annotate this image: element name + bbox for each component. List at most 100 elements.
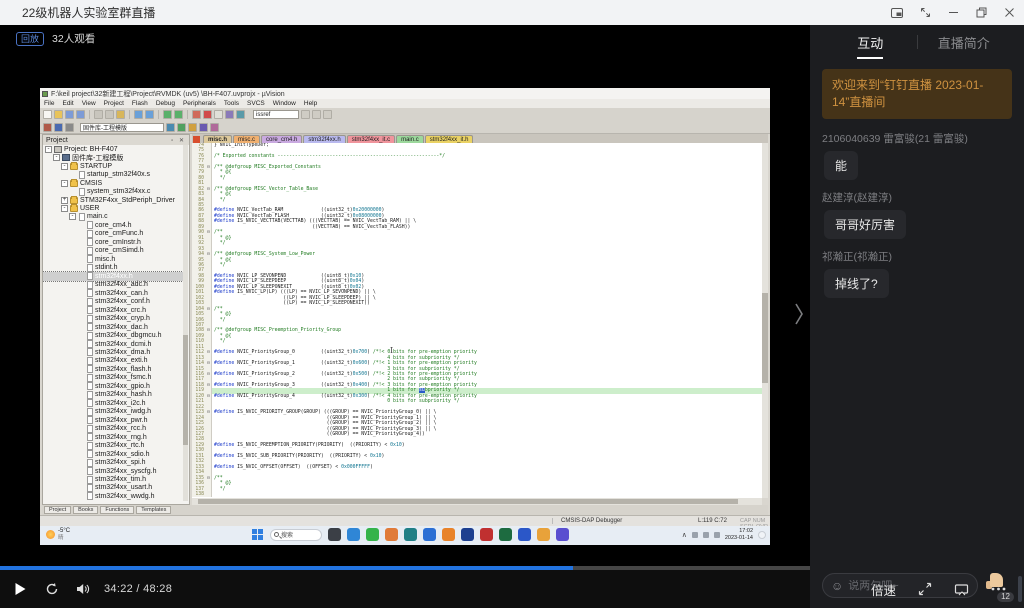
tree-item[interactable]: stm32f4xx.h bbox=[43, 270, 183, 282]
project-tree-scrollbar[interactable] bbox=[183, 145, 188, 501]
tree-item[interactable]: stm32f4xx_fsmc.h bbox=[43, 373, 183, 382]
run-to-line-icon[interactable] bbox=[214, 110, 223, 119]
minimize-button[interactable] bbox=[946, 6, 960, 20]
menu-edit[interactable]: Edit bbox=[62, 100, 73, 107]
tree-item[interactable]: stm32f4xx_wwdg.h bbox=[43, 492, 183, 501]
menu-project[interactable]: Project bbox=[104, 100, 124, 107]
tree-item[interactable]: core_cmInstr.h bbox=[43, 238, 183, 247]
tray-icon[interactable] bbox=[691, 531, 698, 538]
translate-icon[interactable] bbox=[188, 122, 197, 132]
taskbar-app-icon[interactable] bbox=[518, 528, 531, 541]
tree-expander-icon[interactable]: - bbox=[45, 145, 52, 153]
sidebar-tab-interact[interactable]: 互动 bbox=[824, 33, 917, 52]
bookmark-icon[interactable] bbox=[192, 110, 201, 119]
tree-item[interactable]: + STM32F4xx_StdPeriph_Driver bbox=[43, 195, 183, 204]
tree-item[interactable]: stm32f4xx_hash.h bbox=[43, 390, 183, 399]
taskbar-app-icon[interactable] bbox=[404, 528, 417, 541]
editor-tab-stm32f4xx_it-c[interactable]: stm32f4xx_it.c bbox=[346, 135, 396, 143]
notification-badge[interactable] bbox=[758, 530, 766, 539]
taskbar-app-icon[interactable] bbox=[385, 528, 398, 541]
tree-item[interactable]: stm32f4xx_rcc.h bbox=[43, 424, 183, 433]
tree-expander-icon[interactable]: - bbox=[61, 162, 68, 170]
toolbar-search-combo[interactable]: issref bbox=[253, 110, 299, 119]
tree-item[interactable]: core_cmSimd.h bbox=[43, 246, 183, 255]
fullscreen-button[interactable] bbox=[918, 582, 932, 596]
tray-chevron-icon[interactable]: ∧ bbox=[682, 531, 687, 539]
cast-screen-button[interactable] bbox=[954, 583, 969, 596]
undo-icon[interactable] bbox=[134, 110, 143, 119]
taskbar-app-icon[interactable] bbox=[499, 528, 512, 541]
editor-tab-stm32f4xx-h[interactable]: stm32f4xx.h bbox=[303, 135, 346, 143]
tree-item[interactable]: stm32f4xx_cryp.h bbox=[43, 314, 183, 323]
taskbar-app-icon[interactable] bbox=[328, 528, 341, 541]
taskbar-app-icon[interactable] bbox=[366, 528, 379, 541]
sidebar-collapse-handle[interactable] bbox=[793, 300, 805, 328]
taskbar-app-icon[interactable] bbox=[423, 528, 436, 541]
target-select-combo[interactable]: 固件库-工程模版 bbox=[80, 122, 164, 132]
tray-icon[interactable] bbox=[713, 531, 720, 538]
tree-item[interactable]: system_stm32f4xx.c bbox=[43, 187, 183, 196]
tree-item[interactable]: stm32f4xx_rng.h bbox=[43, 433, 183, 442]
sidebar-tab-intro[interactable]: 直播简介 bbox=[918, 33, 1011, 52]
panel-pin-close-icons[interactable]: ▫ ✕ bbox=[171, 137, 186, 144]
panel-tab-books[interactable]: Books bbox=[73, 506, 99, 514]
resize-button[interactable] bbox=[918, 6, 932, 20]
taskbar-app-icon[interactable] bbox=[461, 528, 474, 541]
tree-item[interactable]: - STARTUP bbox=[43, 161, 183, 170]
watch-window-icon[interactable] bbox=[225, 110, 234, 119]
tree-expander-icon[interactable]: - bbox=[61, 179, 68, 187]
tree-item[interactable]: stm32f4xx_adc.h bbox=[43, 280, 183, 289]
tree-expander-icon[interactable]: + bbox=[61, 196, 68, 204]
sidebar-scrollbar[interactable] bbox=[1018, 576, 1022, 602]
open-file-icon[interactable] bbox=[54, 110, 63, 119]
editor-horizontal-scrollbar[interactable] bbox=[192, 498, 762, 505]
build-icon[interactable] bbox=[166, 122, 175, 132]
menu-tools[interactable]: Tools bbox=[224, 100, 239, 107]
memory-window-icon[interactable] bbox=[236, 110, 245, 119]
panel-tab-functions[interactable]: Functions bbox=[100, 506, 135, 514]
taskbar-app-icon[interactable] bbox=[442, 528, 455, 541]
emoji-icon[interactable]: ☺ bbox=[831, 579, 843, 593]
tree-item[interactable]: stm32f4xx_sdio.h bbox=[43, 450, 183, 459]
tab-list-icon[interactable] bbox=[193, 136, 200, 143]
menu-peripherals[interactable]: Peripherals bbox=[183, 100, 216, 107]
editor-tab-main-c[interactable]: main.c bbox=[396, 135, 424, 143]
tree-item[interactable]: - main.c bbox=[43, 212, 183, 221]
menu-flash[interactable]: Flash bbox=[132, 100, 148, 107]
save-icon[interactable] bbox=[65, 110, 74, 119]
taskbar-weather[interactable]: -5°C 晴 bbox=[46, 528, 70, 541]
close-button[interactable] bbox=[1002, 6, 1016, 20]
taskbar-app-icon[interactable] bbox=[556, 528, 569, 541]
menu-help[interactable]: Help bbox=[304, 100, 317, 107]
playback-speed-button[interactable]: 倍速 bbox=[871, 580, 896, 599]
redo-icon[interactable] bbox=[145, 110, 154, 119]
tree-item[interactable]: stm32f4xx_flash.h bbox=[43, 365, 183, 374]
tree-item[interactable]: - 固件库-工程模版 bbox=[43, 153, 183, 162]
tree-item[interactable]: stm32f4xx_crc.h bbox=[43, 306, 183, 315]
new-file-icon[interactable] bbox=[43, 110, 52, 119]
tree-item[interactable]: stm32f4xx_dac.h bbox=[43, 323, 183, 332]
save-all-icon[interactable] bbox=[76, 110, 85, 119]
reload-button[interactable] bbox=[44, 581, 60, 597]
taskbar-app-icon[interactable] bbox=[480, 528, 493, 541]
tree-item[interactable]: stm32f4xx_dcmi.h bbox=[43, 340, 183, 349]
panel-tab-project[interactable]: Project bbox=[44, 506, 72, 514]
tree-item[interactable]: - CMSIS bbox=[43, 178, 183, 187]
tree-item[interactable]: stm32f4xx_dma.h bbox=[43, 348, 183, 357]
breakpoint-icon[interactable] bbox=[203, 110, 212, 119]
tray-clock[interactable]: 17:02 2023-01-14 bbox=[725, 528, 753, 541]
volume-button[interactable] bbox=[74, 581, 92, 597]
debug-start-icon[interactable] bbox=[54, 122, 63, 132]
start-button[interactable] bbox=[252, 528, 264, 541]
back-icon[interactable] bbox=[163, 110, 172, 119]
menu-svcs[interactable]: SVCS bbox=[247, 100, 265, 107]
load-flash-icon[interactable] bbox=[43, 122, 52, 132]
paste-icon[interactable] bbox=[116, 110, 125, 119]
taskbar-search[interactable]: 搜索 bbox=[270, 528, 322, 541]
tree-item[interactable]: stm32f4xx_exti.h bbox=[43, 356, 183, 365]
tree-item[interactable]: core_cmFunc.h bbox=[43, 229, 183, 238]
tree-item[interactable]: stm32f4xx_i2c.h bbox=[43, 399, 183, 408]
panel-tab-templates[interactable]: Templates bbox=[136, 506, 172, 514]
tree-item[interactable]: stm32f4xx_can.h bbox=[43, 289, 183, 298]
menu-view[interactable]: View bbox=[82, 100, 96, 107]
